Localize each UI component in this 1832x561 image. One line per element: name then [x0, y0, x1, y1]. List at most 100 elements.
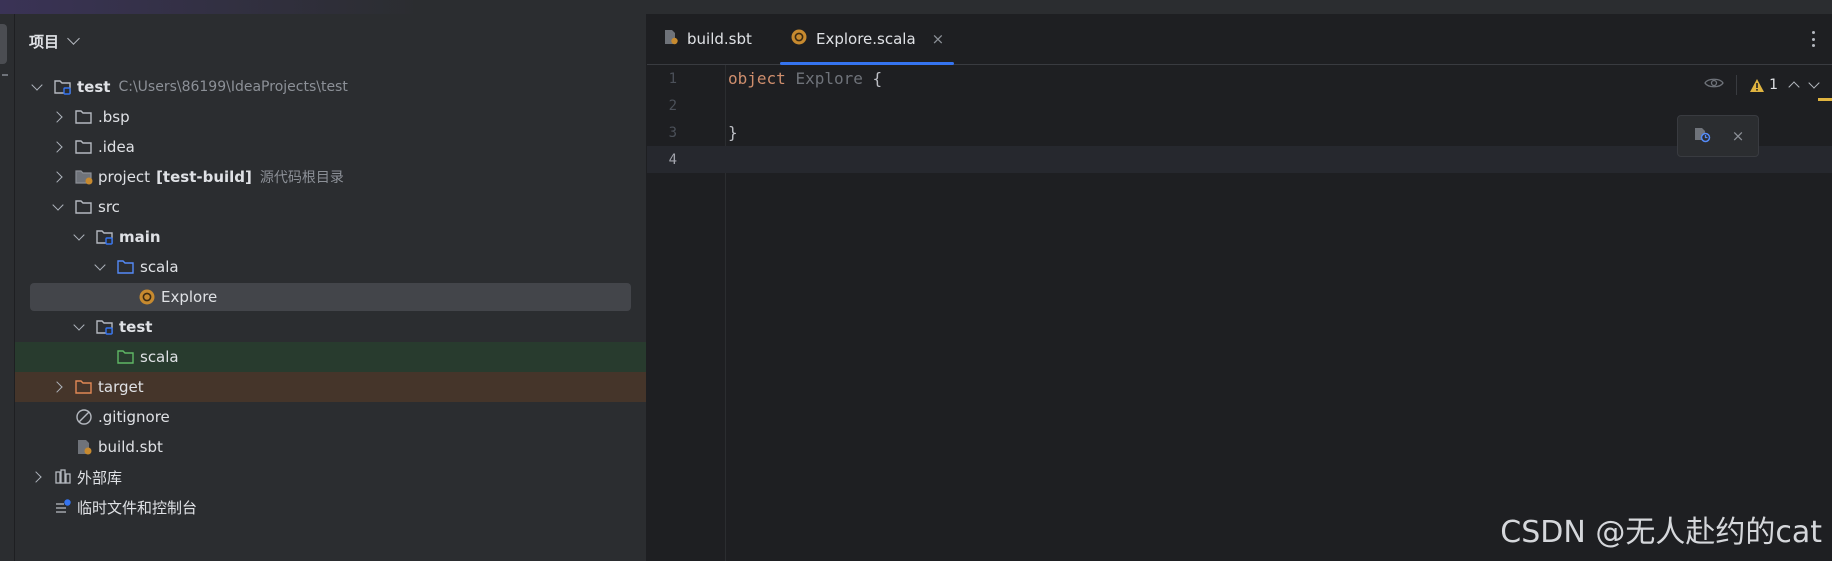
tree-item-label: 外部库	[77, 468, 123, 487]
tree-item-label: .idea	[98, 138, 135, 156]
close-icon[interactable]: ×	[1732, 127, 1745, 145]
chevron-down-icon[interactable]	[71, 229, 87, 245]
tree-item-scala-sources[interactable]: scala	[15, 252, 646, 282]
keyword: object	[728, 69, 786, 88]
tree-item-external-libraries[interactable]: 外部库	[15, 462, 646, 492]
tree-item-label: target	[98, 378, 144, 396]
editor-area: build.sbt Explore.scala × 1 object Explo…	[647, 14, 1832, 561]
code-line[interactable]: 3 }	[647, 119, 1832, 146]
project-panel: 项目 test C:\Users\86199\IdeaProjects\test…	[15, 14, 647, 561]
line-number: 4	[668, 151, 677, 168]
chevron-right-icon[interactable]	[50, 379, 66, 395]
tree-item-tag: [test-build]	[156, 168, 252, 186]
sbt-build-folder-icon	[74, 168, 94, 186]
sbt-file-icon	[663, 28, 679, 50]
tree-item-build-sbt[interactable]: build.sbt	[15, 432, 646, 462]
code-lines: 1 object Explore { 2 3 } 4	[647, 65, 1832, 173]
tree-item-label: .bsp	[98, 108, 130, 126]
tree-item-label: build.sbt	[98, 438, 163, 456]
sbt-load-changes-popup: ×	[1677, 115, 1759, 157]
folder-icon	[74, 138, 94, 156]
inspection-widget: 1	[1704, 74, 1820, 96]
tab-label: Explore.scala	[816, 30, 916, 48]
more-options-icon[interactable]	[1808, 28, 1818, 50]
chevron-right-icon[interactable]	[29, 469, 45, 485]
tool-window-strip	[0, 14, 15, 561]
ignore-file-icon	[74, 408, 94, 426]
tree-item-main[interactable]: main	[15, 222, 646, 252]
tree-item-label: Explore	[161, 288, 218, 306]
tree-item-label: scala	[140, 258, 179, 276]
separator	[2, 74, 8, 76]
tree-item-label: test	[119, 318, 153, 336]
project-tree: test C:\Users\86199\IdeaProjects\test .b…	[15, 72, 646, 522]
source-folder-icon	[116, 258, 136, 276]
chevron-right-icon[interactable]	[50, 109, 66, 125]
tree-item-explore[interactable]: Explore	[15, 282, 646, 312]
project-tool-button[interactable]	[0, 24, 7, 64]
brace: {	[872, 69, 883, 88]
warnings-counter[interactable]: 1	[1749, 77, 1778, 93]
line-number: 2	[668, 97, 677, 114]
tab-label: build.sbt	[687, 30, 752, 48]
title-bar	[0, 0, 1832, 15]
tree-item-project[interactable]: project [test-build] 源代码根目录	[15, 162, 646, 192]
folder-icon	[74, 198, 94, 216]
code-line[interactable]: 1 object Explore {	[647, 65, 1832, 92]
chevron-down-icon[interactable]	[29, 79, 45, 95]
scratches-icon	[53, 498, 73, 516]
tree-item-label: project	[98, 168, 151, 186]
editor-tabs: build.sbt Explore.scala ×	[647, 14, 1832, 65]
tree-item-label: .gitignore	[98, 408, 170, 426]
excluded-folder-icon	[74, 378, 94, 396]
line-number: 1	[668, 70, 677, 87]
scala-object-icon	[137, 288, 157, 306]
module-folder-icon	[95, 318, 115, 336]
tree-item-label: src	[98, 198, 120, 216]
tab-build-sbt[interactable]: build.sbt	[663, 14, 752, 64]
chevron-right-icon[interactable]	[50, 139, 66, 155]
chevron-down-icon	[67, 32, 80, 45]
code-line[interactable]: 2	[647, 92, 1832, 119]
tree-item-gitignore[interactable]: .gitignore	[15, 402, 646, 432]
tree-item-label: scala	[140, 348, 179, 366]
code-text[interactable]: object Explore {	[728, 69, 882, 88]
chevron-up-icon[interactable]	[1788, 81, 1800, 93]
tree-item-test-dir[interactable]: test	[15, 312, 646, 342]
code-line-current[interactable]: 4	[647, 146, 1832, 173]
tree-item-label: 临时文件和控制台	[77, 498, 198, 517]
eye-icon[interactable]	[1704, 76, 1724, 94]
chevron-down-icon[interactable]	[1808, 77, 1820, 89]
chevron-right-icon[interactable]	[50, 169, 66, 185]
tree-item-src[interactable]: src	[15, 192, 646, 222]
code-text[interactable]: }	[728, 123, 738, 142]
test-source-folder-icon	[116, 348, 136, 366]
tree-item-scala-tests[interactable]: scala	[15, 342, 646, 372]
module-folder-icon	[95, 228, 115, 246]
close-icon[interactable]: ×	[932, 30, 945, 48]
library-icon	[53, 468, 73, 486]
sbt-reload-icon[interactable]	[1692, 125, 1712, 147]
tree-item-scratches[interactable]: 临时文件和控制台	[15, 492, 646, 522]
scala-object-icon	[790, 28, 808, 50]
tree-item-target[interactable]: target	[15, 372, 646, 402]
tree-item-idea[interactable]: .idea	[15, 132, 646, 162]
tree-item-hint: 源代码根目录	[259, 170, 344, 186]
sbt-file-icon	[74, 438, 94, 456]
tree-item-label: test	[77, 78, 111, 96]
module-folder-icon	[53, 78, 73, 96]
tab-explore-scala[interactable]: Explore.scala ×	[780, 14, 955, 65]
warning-count: 1	[1769, 77, 1778, 93]
line-number: 3	[668, 124, 677, 141]
warning-icon	[1750, 78, 1765, 92]
tree-item-test-root[interactable]: test C:\Users\86199\IdeaProjects\test	[15, 72, 646, 102]
chevron-down-icon[interactable]	[92, 259, 108, 275]
warning-stripe-marker[interactable]	[1818, 98, 1832, 101]
tree-item-bsp[interactable]: .bsp	[15, 102, 646, 132]
project-view-selector[interactable]: 项目	[29, 30, 80, 52]
chevron-down-icon[interactable]	[71, 319, 87, 335]
identifier: Explore	[795, 69, 863, 88]
project-panel-title: 项目	[29, 32, 60, 51]
tree-item-path: C:\Users\86199\IdeaProjects\test	[118, 79, 348, 95]
chevron-down-icon[interactable]	[50, 199, 66, 215]
